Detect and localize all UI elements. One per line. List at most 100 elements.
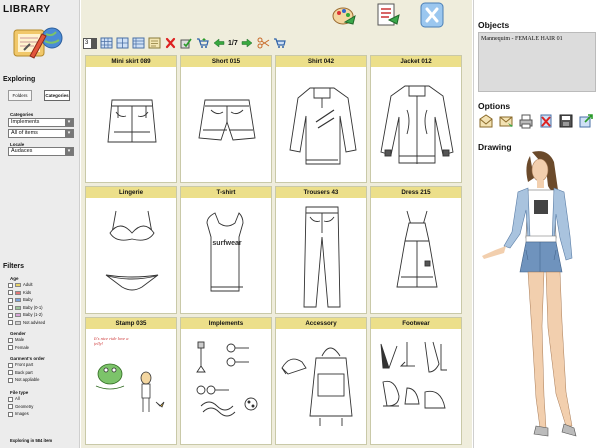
arrow-left-icon[interactable]: [212, 37, 225, 49]
item-title: Accessory: [276, 318, 366, 329]
garment-order-label: Garment's order: [10, 356, 45, 361]
arrow-right-icon[interactable]: [241, 37, 254, 49]
filter-option[interactable]: Front part: [8, 362, 33, 368]
item-card[interactable]: Footwear: [370, 317, 462, 445]
checkbox[interactable]: [8, 312, 13, 318]
filter-option[interactable]: Images: [8, 411, 29, 417]
object-item[interactable]: Mannequim - FEMALE HAIR 01: [481, 36, 593, 42]
delete-icon[interactable]: [164, 37, 177, 49]
export-icon[interactable]: [578, 113, 594, 129]
filter-option[interactable]: Geometry: [8, 404, 33, 410]
subcategory-select[interactable]: All of items ▾: [8, 129, 74, 138]
shirt-drawing: [289, 87, 357, 165]
edit-check-icon[interactable]: [180, 37, 193, 49]
cart-icon[interactable]: [273, 37, 286, 49]
columns-select[interactable]: 3: [83, 37, 97, 49]
filter-option[interactable]: Kids: [8, 290, 31, 296]
age-label: Age: [10, 276, 19, 281]
grid-large-icon[interactable]: [116, 37, 129, 49]
tshirt-print: surfwear: [212, 240, 241, 247]
filter-option[interactable]: All: [8, 396, 20, 402]
filter-option-label: Back part: [15, 369, 33, 375]
exploring-status: Exploring in 584 item: [10, 438, 53, 443]
item-card[interactable]: Dress 215: [370, 186, 462, 314]
scissors-icon[interactable]: [257, 37, 270, 49]
print-icon[interactable]: [518, 113, 534, 129]
objects-list[interactable]: Mannequim - FEMALE HAIR 01: [478, 32, 596, 92]
checkbox[interactable]: [8, 297, 13, 303]
checkbox[interactable]: [8, 337, 13, 343]
jacket-drawing: [380, 85, 454, 164]
item-title: Short 015: [181, 56, 271, 67]
filter-option-label: Not appliable: [15, 377, 40, 382]
gender-label: Gender: [10, 331, 26, 336]
filter-option[interactable]: Back part: [8, 370, 33, 376]
item-card[interactable]: Lingerie: [85, 186, 177, 314]
lingerie-drawing: [105, 210, 159, 291]
filter-option[interactable]: Adult: [8, 282, 33, 288]
filter-option-label: Images: [15, 411, 29, 416]
checkbox[interactable]: [8, 370, 13, 375]
checkbox[interactable]: [8, 404, 13, 409]
filter-option[interactable]: Not appliable: [8, 377, 39, 383]
item-card[interactable]: Jacket 012: [370, 55, 462, 183]
color-swatch: [15, 298, 21, 302]
library-logo-icon: [13, 27, 63, 59]
mail-open-icon[interactable]: [478, 113, 494, 129]
filter-option-label: Male: [15, 337, 25, 342]
item-card[interactable]: T-shirt surfwear: [180, 186, 272, 314]
objects-heading: Objects: [478, 20, 510, 30]
filter-option[interactable]: Female: [8, 345, 29, 351]
item-card[interactable]: Implements: [180, 317, 272, 445]
checkbox[interactable]: [8, 305, 13, 310]
list-view-icon[interactable]: [132, 37, 145, 49]
checkbox[interactable]: [8, 290, 13, 295]
stamp-drawing: It's nice ride love a jelly!: [94, 336, 165, 412]
item-card[interactable]: Short 015: [180, 55, 272, 183]
close-icon[interactable]: [419, 2, 445, 28]
tab-folders[interactable]: Folders: [8, 90, 32, 101]
add-to-cart-icon[interactable]: [196, 37, 209, 49]
checkbox[interactable]: [8, 362, 13, 368]
item-title: Trousers 43: [276, 187, 366, 198]
mini-skirt-drawing: [107, 99, 157, 143]
filter-option[interactable]: Baby (0-1): [8, 305, 43, 311]
details-view-icon[interactable]: [148, 37, 161, 49]
palette-insert-icon[interactable]: [331, 2, 357, 28]
filter-option[interactable]: Not advised: [8, 320, 45, 326]
tab-categories[interactable]: Categories: [44, 90, 70, 101]
save-icon[interactable]: [558, 113, 574, 129]
filter-option-label: Baby (0-1): [23, 304, 43, 310]
checkbox[interactable]: [8, 411, 13, 417]
locale-select[interactable]: Audaces ▾: [8, 147, 74, 156]
color-swatch: [15, 320, 21, 325]
checkbox[interactable]: [8, 320, 13, 325]
mail-send-icon[interactable]: [498, 113, 514, 129]
checkbox[interactable]: [8, 396, 13, 402]
file-type-label: File type: [10, 390, 29, 395]
trousers-drawing: [303, 206, 341, 308]
item-card[interactable]: Shirt 042: [275, 55, 367, 183]
checkbox[interactable]: [8, 377, 13, 383]
filter-option[interactable]: Male: [8, 337, 24, 343]
item-title: Dress 215: [371, 187, 461, 198]
exploring-heading: Exploring: [3, 76, 36, 83]
category-select[interactable]: Implements ▾: [8, 118, 74, 127]
item-card[interactable]: Accessory: [275, 317, 367, 445]
color-swatch: [15, 283, 21, 287]
clear-icon[interactable]: [538, 113, 554, 129]
item-card[interactable]: Stamp 035 It's nice ride love a jelly!: [85, 317, 177, 445]
filter-option[interactable]: Baby: [8, 297, 33, 303]
item-card[interactable]: Mini skirt 089: [85, 55, 177, 183]
page-indicator: 1/7: [228, 39, 238, 47]
filter-option[interactable]: Baby (1-2): [8, 312, 43, 318]
checkbox[interactable]: [8, 345, 13, 350]
color-swatch: [15, 313, 21, 317]
library-panel: LIBRARY Exploring Folders Categories Cat…: [0, 0, 80, 448]
color-swatch: [15, 290, 21, 295]
item-card[interactable]: Trousers 43: [275, 186, 367, 314]
filter-option-label: Geometry: [15, 403, 34, 409]
document-export-icon[interactable]: [375, 2, 401, 28]
grid-view-icon[interactable]: [100, 37, 113, 49]
checkbox[interactable]: [8, 282, 13, 288]
